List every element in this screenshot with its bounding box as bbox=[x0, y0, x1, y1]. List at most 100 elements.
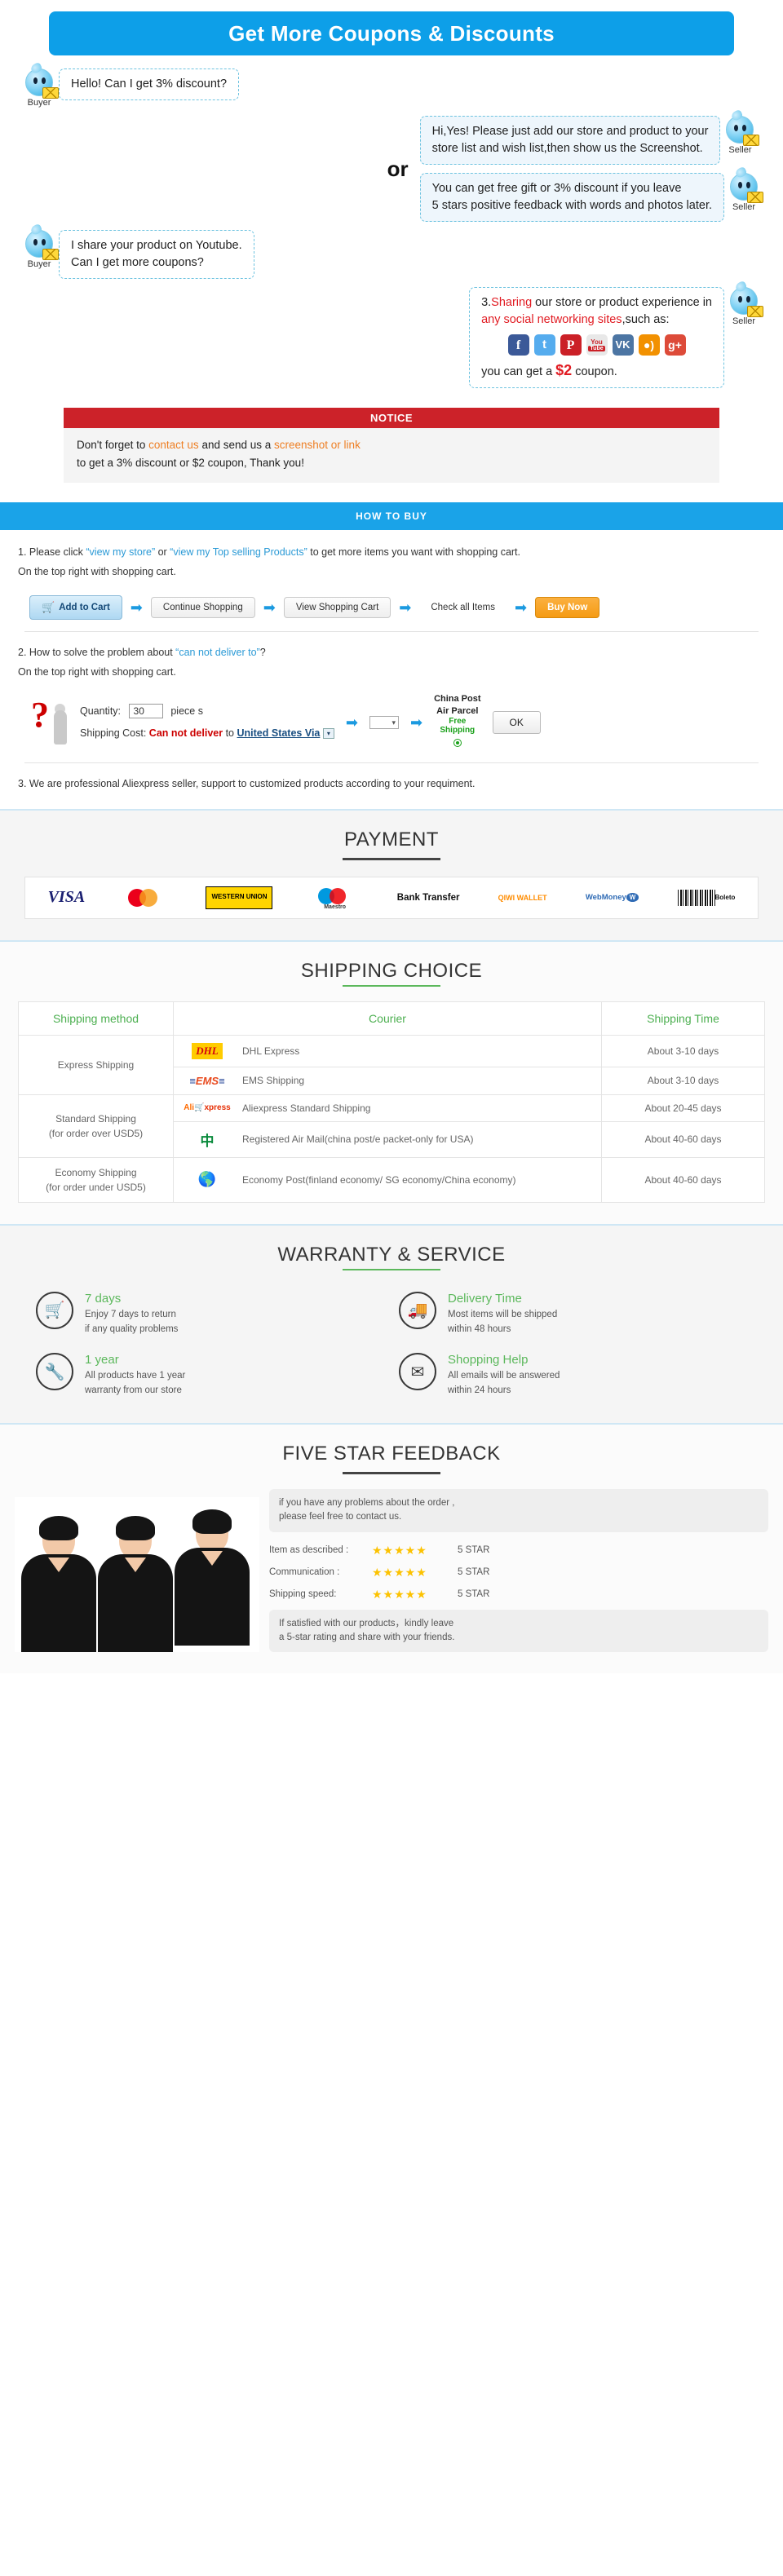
warranty-item-1-year: 🔧 1 year All products have 1 year warran… bbox=[36, 1353, 384, 1398]
collar bbox=[201, 1551, 223, 1566]
country-select[interactable]: United States Via bbox=[237, 727, 321, 739]
avatar-eye-left bbox=[738, 182, 742, 189]
share-line3-prefix: you can get a bbox=[481, 365, 556, 379]
carrier-dropdown[interactable]: ▾ bbox=[369, 715, 399, 729]
buy-now-button[interactable]: Buy Now bbox=[535, 596, 600, 618]
rating-value: 5 STAR bbox=[458, 1589, 490, 1599]
rating-value: 5 STAR bbox=[458, 1567, 490, 1577]
google-plus-icon[interactable]: g+ bbox=[664, 334, 686, 356]
product-description-page: Get More Coupons & Discounts Buyer Hello… bbox=[0, 11, 783, 1673]
cell-courier: Ali🛒xpress Aliexpress Standard Shipping bbox=[173, 1094, 602, 1122]
star-rating-icon: ★★★★★ bbox=[372, 1587, 427, 1601]
payment-title: PAYMENT bbox=[344, 828, 439, 851]
bank-transfer-logo: Bank Transfer bbox=[396, 892, 460, 903]
warranty-item-desc: All emails will be answered within 24 ho… bbox=[448, 1371, 560, 1396]
rss-icon[interactable]: ●) bbox=[638, 334, 660, 356]
facebook-icon[interactable]: f bbox=[507, 334, 529, 356]
cart-icon: 🛒 bbox=[42, 600, 55, 613]
ok-button[interactable]: OK bbox=[492, 710, 541, 734]
cell-method: Economy Shipping (for order under USD5) bbox=[18, 1156, 174, 1203]
table-header-row: Shipping method Courier Shipping Time bbox=[18, 1001, 765, 1036]
dhl-logo: DHL bbox=[182, 1042, 232, 1059]
step1-b: or bbox=[155, 546, 170, 559]
star-rating-icon: ★★★★★ bbox=[372, 1565, 427, 1579]
buyer-avatar: Buyer bbox=[20, 68, 59, 108]
shipping-problem-illustration: ? Quantity: 30 piece s Shipping Cost: Ca… bbox=[29, 693, 765, 751]
seller-avatar-label: Seller bbox=[728, 145, 752, 155]
or-label: or bbox=[387, 156, 409, 181]
step1-second-line: On the top right with shopping cart. bbox=[18, 566, 176, 578]
method-line2: (for order over USD5) bbox=[48, 1127, 144, 1139]
webmoney-logo: WebMoney W bbox=[586, 886, 639, 909]
contact-us-link[interactable]: contact us bbox=[148, 439, 199, 451]
warranty-item-title: Shopping Help bbox=[448, 1353, 529, 1368]
pinterest-icon[interactable]: P bbox=[560, 334, 582, 356]
continue-shopping-button[interactable]: Continue Shopping bbox=[150, 596, 255, 618]
rating-label: Item as described : bbox=[269, 1545, 349, 1555]
step-3-text: 3. We are professional Aliexpress seller… bbox=[18, 778, 476, 789]
rating-label: Shipping speed: bbox=[269, 1589, 337, 1599]
foot-line-1: If satisfied with our products，kindly le… bbox=[279, 1618, 454, 1628]
envelope-icon bbox=[747, 306, 763, 318]
avatar-eye-left bbox=[33, 239, 38, 246]
divider bbox=[24, 762, 759, 763]
collar bbox=[125, 1558, 146, 1572]
cannot-deliver-link[interactable]: “can not deliver to” bbox=[175, 647, 260, 658]
seller-avatar: Seller bbox=[720, 116, 760, 155]
buyer-avatar-icon bbox=[25, 68, 59, 99]
free-shipping-radio[interactable] bbox=[453, 739, 462, 747]
shipping-cost-label: Shipping Cost: bbox=[80, 727, 147, 739]
warranty-item-desc: Most items will be shipped within 48 hou… bbox=[448, 1309, 558, 1334]
feedback-body: if you have any problems about the order… bbox=[0, 1489, 783, 1652]
ems-logo: ≡EMS≡ bbox=[189, 1074, 225, 1087]
feedback-footer-note: If satisfied with our products，kindly le… bbox=[269, 1609, 768, 1652]
chat-line: 5 stars positive feedback with words and… bbox=[431, 199, 712, 213]
quantity-input[interactable]: 30 bbox=[128, 704, 163, 719]
rating-row-communication: Communication : ★★★★★ 5 STAR bbox=[269, 1566, 768, 1580]
avatar-eye-right bbox=[746, 296, 750, 303]
vk-icon[interactable]: VK bbox=[612, 334, 634, 356]
divider bbox=[24, 630, 759, 632]
shipping-title: SHIPPING CHOICE bbox=[300, 959, 483, 982]
view-shopping-cart-button[interactable]: View Shopping Cart bbox=[283, 596, 392, 618]
seller-message-stack: Hi,Yes! Please just add our store and pr… bbox=[419, 116, 763, 223]
team-member-1 bbox=[21, 1516, 96, 1652]
method-line2: (for order under USD5) bbox=[46, 1181, 146, 1193]
seller-avatar-icon bbox=[730, 287, 763, 318]
social-icon-row: f t P You Tube VK ●) g+ bbox=[481, 334, 712, 356]
rating-row-item-described: Item as described : ★★★★★ 5 STAR bbox=[269, 1544, 768, 1558]
add-to-cart-button[interactable]: 🛒 Add to Cart bbox=[29, 594, 122, 620]
screenshot-link: screenshot or link bbox=[274, 439, 361, 452]
payment-logos: VISA WESTERN UNION Maestro Bank Transfer… bbox=[24, 876, 759, 919]
seller-avatar: Seller bbox=[724, 287, 763, 326]
table-row: Economy Shipping (for order under USD5) … bbox=[18, 1156, 765, 1203]
twitter-icon[interactable]: t bbox=[533, 334, 555, 356]
chevron-down-icon[interactable]: ▾ bbox=[322, 727, 334, 739]
foot-line-2: a 5-star rating and share with your frie… bbox=[279, 1632, 455, 1642]
youtube-icon[interactable]: You Tube bbox=[586, 334, 608, 356]
note-line-1: if you have any problems about the order… bbox=[279, 1498, 455, 1508]
chat-line: Can I get more coupons? bbox=[71, 256, 204, 270]
figure-body bbox=[54, 709, 67, 745]
step2-a: 2. How to solve the problem about bbox=[18, 646, 176, 658]
chat-row-seller-group: or Hi,Yes! Please just add our store and… bbox=[20, 116, 763, 223]
collar bbox=[48, 1558, 69, 1572]
envelope-icon bbox=[42, 87, 59, 99]
feedback-title: FIVE STAR FEEDBACK bbox=[282, 1443, 501, 1465]
buy-flow-button-row: 🛒 Add to Cart ➡ Continue Shopping ➡ View… bbox=[29, 594, 765, 620]
avatar-eye-right bbox=[742, 125, 747, 131]
chat-row-seller-1: Hi,Yes! Please just add our store and pr… bbox=[419, 116, 763, 166]
top-selling-products-link[interactable]: “view my Top selling Products” bbox=[170, 546, 307, 558]
quantity-label: Quantity: bbox=[80, 705, 122, 718]
chat-line: Hi,Yes! Please just add our store and pr… bbox=[431, 125, 709, 138]
view-my-store-link[interactable]: “view my store” bbox=[86, 546, 155, 558]
arrow-right-icon: ➡ bbox=[409, 714, 423, 731]
table-row: Express Shipping DHL DHL Express About 3… bbox=[18, 1034, 765, 1095]
coupon-banner: Get More Coupons & Discounts bbox=[49, 11, 734, 55]
arrow-right-icon: ➡ bbox=[514, 599, 528, 616]
notice-heading: NOTICE bbox=[64, 408, 719, 429]
title-underline bbox=[343, 1268, 440, 1270]
check-all-items-label[interactable]: Check all Items bbox=[419, 598, 507, 617]
warranty-item-title: Delivery Time bbox=[448, 1291, 522, 1306]
notice-text-a: Don't forget to bbox=[77, 439, 149, 452]
